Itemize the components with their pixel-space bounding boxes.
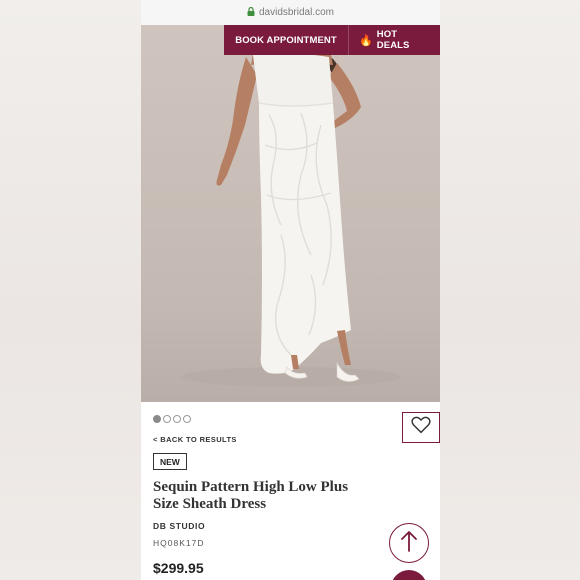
lock-icon — [247, 6, 255, 19]
image-pagination — [153, 415, 191, 423]
flame-icon: 🔥 — [359, 34, 373, 47]
dress-photo — [181, 51, 401, 387]
product-sku: HQ08K17D — [153, 538, 205, 548]
pagination-dot[interactable] — [153, 415, 161, 423]
wishlist-button[interactable] — [402, 412, 440, 443]
scroll-to-top-button[interactable] — [389, 523, 429, 563]
book-appointment-label: BOOK APPOINTMENT — [235, 34, 337, 46]
chat-button[interactable] — [391, 570, 427, 580]
top-action-bar: BOOK APPOINTMENT 🔥 HOT DEALS — [224, 25, 440, 55]
pagination-dot[interactable] — [183, 415, 191, 423]
back-to-results-link[interactable]: < BACK TO RESULTS — [153, 435, 237, 444]
hot-deals-button[interactable]: 🔥 HOT DEALS — [349, 25, 440, 55]
address-bar[interactable]: davidsbridal.com — [141, 0, 440, 25]
product-image[interactable]: BOOK APPOINTMENT 🔥 HOT DEALS — [141, 25, 440, 402]
hot-deals-label: HOT DEALS — [376, 29, 410, 51]
pagination-dot[interactable] — [173, 415, 181, 423]
heart-icon — [411, 416, 431, 439]
page: davidsbridal.com BOOK APPOINTMENT 🔥 HOT … — [0, 0, 580, 580]
arrow-up-icon — [400, 530, 418, 557]
book-appointment-button[interactable]: BOOK APPOINTMENT — [224, 25, 349, 55]
product-title: Sequin Pattern High Low Plus Size Sheath… — [153, 479, 349, 512]
new-badge: NEW — [153, 453, 187, 470]
pagination-dot[interactable] — [163, 415, 171, 423]
product-details: < BACK TO RESULTS NEW Sequin Pattern Hig… — [141, 402, 440, 580]
product-price: $299.95 — [153, 560, 204, 576]
url-text: davidsbridal.com — [258, 7, 335, 18]
phone-screen: davidsbridal.com BOOK APPOINTMENT 🔥 HOT … — [141, 0, 440, 580]
product-brand: DB STUDIO — [153, 521, 206, 531]
